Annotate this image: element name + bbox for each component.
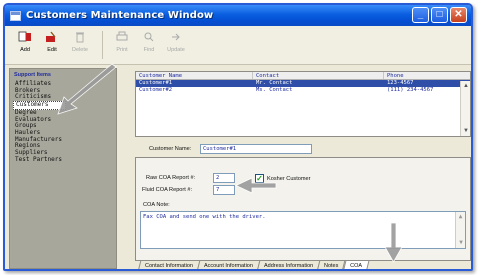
close-icon[interactable]: ✕: [450, 7, 467, 23]
print-button[interactable]: Print: [109, 29, 135, 53]
trash-icon: [73, 31, 87, 43]
tab-strip: Contact Information Account Information …: [137, 261, 369, 269]
scroll-up-icon[interactable]: ▲: [461, 81, 470, 91]
grid-scrollbar[interactable]: ▲ ▼: [460, 81, 470, 136]
tab-address-information[interactable]: Address Information: [256, 261, 321, 269]
cell-phone: 123-4567: [387, 80, 414, 86]
window-app-icon: [10, 10, 21, 21]
tab-notes-label: Notes: [324, 263, 339, 269]
customers-grid: Customer Name Contact Phone Customer#1 M…: [135, 71, 471, 137]
printer-icon: [115, 31, 129, 43]
add-record-icon: [18, 31, 32, 43]
support-items-list: Affiliates Brokers Criticisms Customers …: [13, 80, 66, 164]
raw-coa-report-input[interactable]: 2: [213, 173, 235, 183]
toolbar-separator: [102, 31, 103, 59]
kosher-customer-checkbox[interactable]: ✓: [255, 174, 264, 183]
cell-phone: (111) 234-4567: [387, 87, 434, 93]
update-button[interactable]: Update: [163, 29, 189, 53]
coa-note-textarea[interactable]: Fax COA and send one with the driver. ▲ …: [140, 211, 466, 249]
window-controls: _ □ ✕: [412, 7, 467, 23]
table-row[interactable]: Customer#1 Mr. Contact 123-4567: [136, 80, 470, 87]
tab-coa[interactable]: COA: [342, 261, 369, 269]
table-row[interactable]: Customer#2 Ms. Contact (111) 234-4567: [136, 87, 470, 94]
maximize-icon[interactable]: □: [431, 7, 448, 23]
toolbar: Add Edit Delete Print Find Update: [5, 26, 471, 65]
delete-button-label: Delete: [72, 47, 88, 53]
customer-name-input[interactable]: Customer#1: [200, 144, 312, 154]
fluid-coa-report-label: Fluid COA Report #:: [142, 187, 193, 193]
tab-notes[interactable]: Notes: [316, 261, 346, 269]
update-icon: [169, 31, 183, 43]
coa-note-text: Fax COA and send one with the driver.: [143, 214, 266, 220]
scroll-up-icon[interactable]: ▲: [456, 212, 465, 222]
grid-header-row: Customer Name Contact Phone: [136, 72, 470, 80]
coa-note-scrollbar[interactable]: ▲ ▼: [455, 212, 465, 248]
tab-contact-information-label: Contact Information: [145, 263, 193, 269]
column-header-customer-name[interactable]: Customer Name: [136, 72, 253, 79]
minimize-icon[interactable]: _: [412, 7, 429, 23]
kosher-customer-label: Kosher Customer: [267, 176, 311, 182]
update-button-label: Update: [167, 47, 185, 53]
sidebar-item-criticisms[interactable]: Criticisms: [13, 94, 66, 101]
raw-coa-report-label: Raw COA Report #:: [146, 175, 196, 181]
fluid-coa-report-input[interactable]: 7: [213, 185, 235, 195]
cell-contact: Mr. Contact: [256, 80, 293, 86]
cell-customer-name: Customer#1: [139, 80, 173, 86]
edit-button[interactable]: Edit: [39, 29, 65, 53]
title-bar[interactable]: Customers Maintenance Window _ □ ✕: [5, 5, 471, 26]
customer-name-label: Customer Name:: [149, 146, 192, 152]
scroll-down-icon[interactable]: ▼: [461, 126, 470, 136]
support-items-panel: Support Items Affiliates Brokers Critici…: [9, 68, 117, 269]
delete-button[interactable]: Delete: [67, 29, 93, 53]
cell-customer-name: Customer#2: [139, 87, 173, 93]
tab-address-information-label: Address Information: [263, 263, 314, 269]
column-header-phone[interactable]: Phone: [384, 72, 470, 79]
find-button[interactable]: Find: [136, 29, 162, 53]
add-button[interactable]: Add: [12, 29, 38, 53]
edit-button-label: Edit: [47, 47, 57, 53]
sidebar-item-test-partners[interactable]: Test Partners: [13, 156, 66, 164]
add-button-label: Add: [20, 47, 30, 53]
customers-maintenance-window: Customers Maintenance Window _ □ ✕ Add E…: [3, 3, 473, 271]
tab-contact-information[interactable]: Contact Information: [137, 261, 201, 269]
edit-record-icon: [45, 31, 59, 43]
tab-account-information[interactable]: Account Information: [196, 261, 261, 269]
cell-contact: Ms. Contact: [256, 87, 293, 93]
window-title: Customers Maintenance Window: [26, 10, 214, 21]
coa-note-label: COA Note:: [143, 202, 170, 208]
scroll-down-icon[interactable]: ▼: [456, 238, 466, 248]
find-icon: [142, 31, 156, 43]
column-header-contact[interactable]: Contact: [253, 72, 384, 79]
print-button-label: Print: [116, 47, 128, 53]
support-items-title: Support Items: [14, 72, 51, 78]
tab-coa-label: COA: [349, 263, 362, 269]
tab-account-information-label: Account Information: [204, 263, 253, 269]
find-button-label: Find: [143, 47, 155, 53]
